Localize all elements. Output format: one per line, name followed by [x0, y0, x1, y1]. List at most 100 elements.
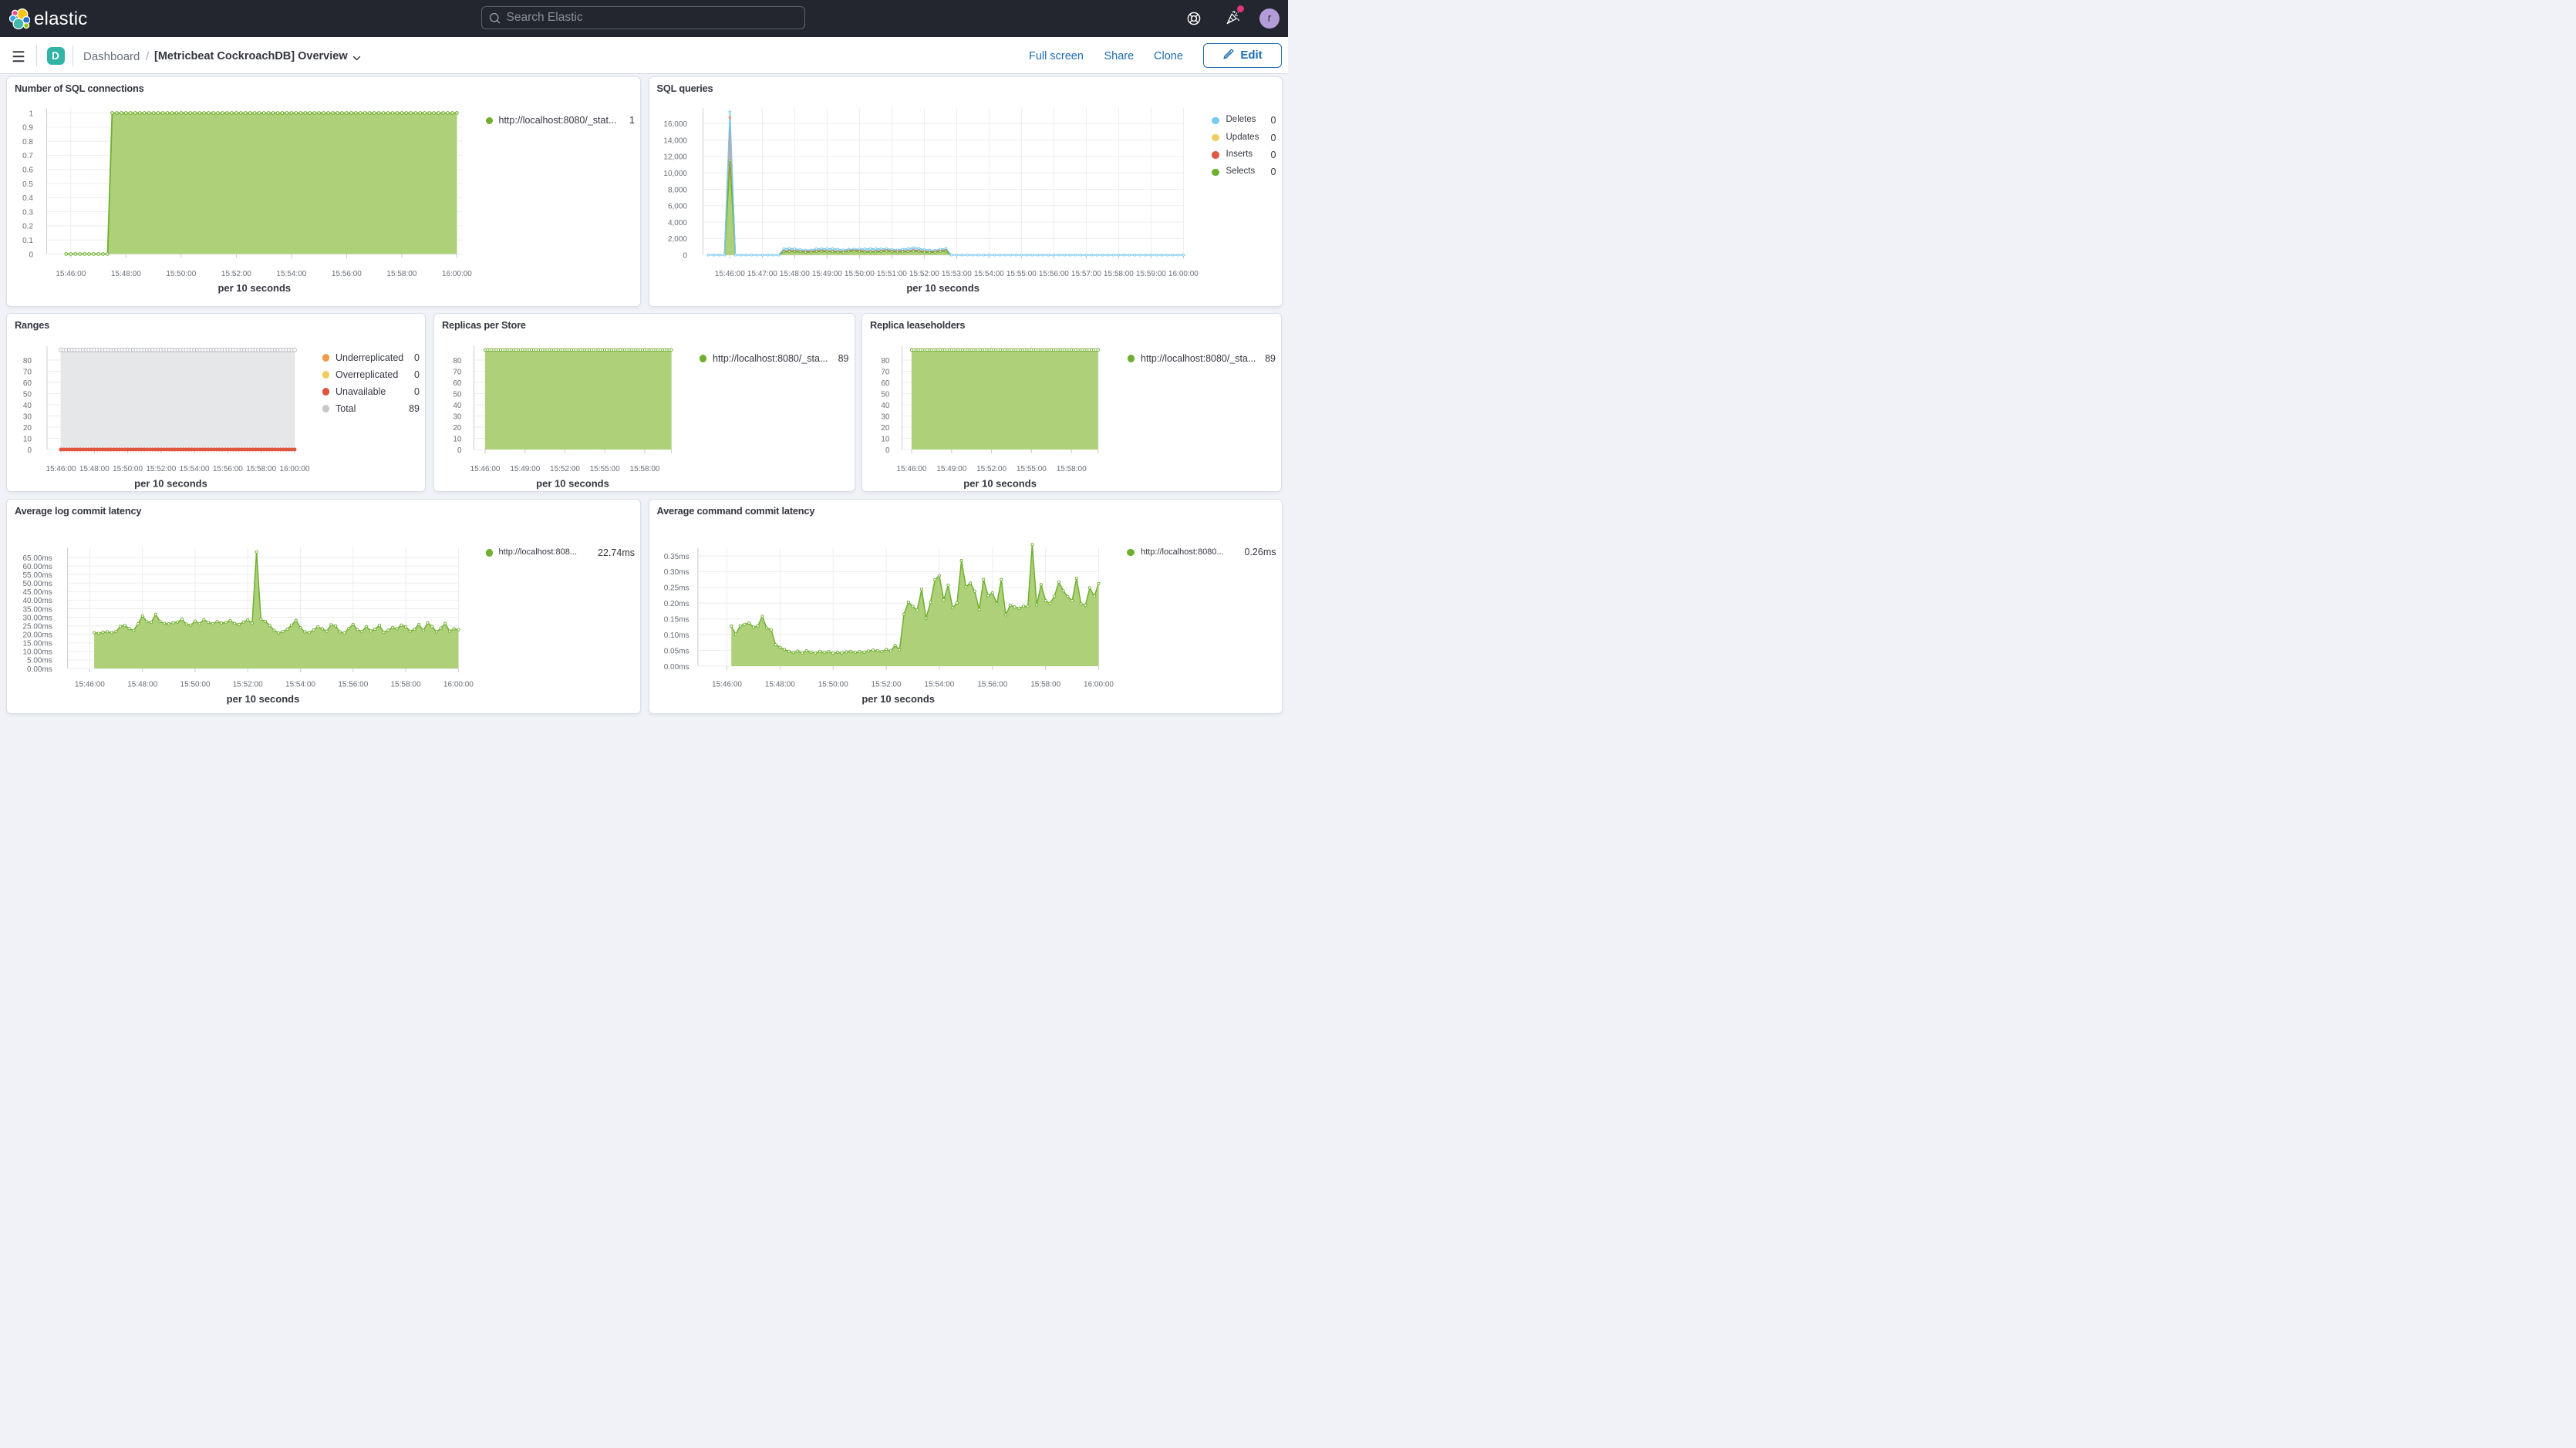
svg-text:50: 50 [23, 390, 32, 399]
svg-text:15:49:00: 15:49:00 [811, 270, 841, 278]
svg-text:0.10ms: 0.10ms [663, 631, 689, 640]
svg-text:15:52:00: 15:52:00 [221, 270, 251, 278]
svg-text:2,000: 2,000 [667, 235, 686, 244]
svg-text:per 10 seconds: per 10 seconds [227, 693, 300, 705]
svg-text:30: 30 [881, 413, 890, 421]
svg-text:15:56:00: 15:56:00 [977, 680, 1007, 689]
svg-text:16:00:00: 16:00:00 [443, 680, 474, 689]
svg-text:15:52:00: 15:52:00 [146, 465, 176, 473]
svg-text:per 10 seconds: per 10 seconds [861, 693, 935, 705]
svg-text:0.05ms: 0.05ms [663, 647, 689, 655]
svg-text:per 10 seconds: per 10 seconds [906, 282, 979, 294]
svg-text:40.00ms: 40.00ms [22, 597, 52, 605]
svg-text:15:50:00: 15:50:00 [818, 680, 848, 689]
svg-text:0.7: 0.7 [22, 152, 33, 160]
svg-text:15:46:00: 15:46:00 [75, 680, 105, 689]
svg-text:15:56:00: 15:56:00 [213, 465, 243, 473]
svg-text:0.15ms: 0.15ms [663, 616, 689, 625]
svg-text:15:58:00: 15:58:00 [1030, 680, 1060, 689]
svg-text:80: 80 [23, 357, 32, 365]
svg-text:15:56:00: 15:56:00 [1038, 270, 1068, 278]
svg-text:16:00:00: 16:00:00 [280, 465, 310, 473]
svg-text:15:53:00: 15:53:00 [941, 270, 971, 278]
svg-text:40: 40 [453, 402, 462, 410]
svg-text:15:55:00: 15:55:00 [1017, 465, 1047, 473]
svg-text:0.1: 0.1 [22, 237, 33, 245]
svg-text:50: 50 [881, 390, 890, 399]
svg-text:30: 30 [453, 413, 462, 421]
svg-text:1: 1 [29, 109, 33, 118]
svg-text:40: 40 [881, 402, 890, 410]
svg-text:60.00ms: 60.00ms [22, 563, 52, 571]
svg-text:0.30ms: 0.30ms [663, 568, 689, 577]
svg-text:0.9: 0.9 [22, 124, 33, 133]
svg-text:6,000: 6,000 [667, 203, 686, 211]
svg-text:15:46:00: 15:46:00 [46, 465, 76, 473]
svg-text:16:00:00: 16:00:00 [1084, 680, 1114, 689]
svg-text:0: 0 [27, 446, 32, 455]
svg-text:15:58:00: 15:58:00 [386, 270, 416, 278]
svg-text:15:50:00: 15:50:00 [166, 270, 196, 278]
svg-text:60: 60 [881, 379, 890, 388]
svg-text:60: 60 [23, 379, 32, 388]
svg-text:50: 50 [453, 390, 462, 399]
svg-text:15:49:00: 15:49:00 [936, 465, 966, 473]
svg-text:15:54:00: 15:54:00 [180, 465, 210, 473]
svg-text:40: 40 [23, 402, 32, 410]
svg-text:15:46:00: 15:46:00 [56, 270, 86, 278]
svg-text:15:46:00: 15:46:00 [897, 465, 927, 473]
svg-text:15:52:00: 15:52:00 [233, 680, 263, 689]
svg-text:15:48:00: 15:48:00 [127, 680, 157, 689]
svg-text:15:58:00: 15:58:00 [1103, 270, 1133, 278]
svg-text:20.00ms: 20.00ms [22, 631, 52, 640]
svg-text:30.00ms: 30.00ms [22, 614, 52, 622]
svg-text:0.4: 0.4 [22, 194, 33, 203]
svg-text:15:58:00: 15:58:00 [630, 465, 660, 473]
svg-text:25.00ms: 25.00ms [22, 623, 52, 631]
svg-text:0: 0 [457, 446, 462, 455]
svg-text:0: 0 [683, 252, 687, 261]
svg-text:0.20ms: 0.20ms [663, 600, 689, 608]
svg-text:15:56:00: 15:56:00 [332, 270, 362, 278]
svg-text:10.00ms: 10.00ms [22, 648, 52, 657]
svg-text:0: 0 [29, 251, 33, 259]
svg-text:30: 30 [23, 413, 32, 421]
svg-text:15:58:00: 15:58:00 [1057, 465, 1087, 473]
svg-text:15:51:00: 15:51:00 [876, 270, 906, 278]
svg-text:16,000: 16,000 [663, 120, 687, 129]
svg-text:15:52:00: 15:52:00 [976, 465, 1006, 473]
svg-text:60: 60 [453, 379, 462, 388]
svg-text:15:58:00: 15:58:00 [246, 465, 276, 473]
svg-text:15:50:00: 15:50:00 [844, 270, 874, 278]
svg-text:0.6: 0.6 [22, 167, 33, 175]
svg-text:15:48:00: 15:48:00 [79, 465, 110, 473]
svg-text:0.5: 0.5 [22, 180, 33, 189]
svg-text:20: 20 [453, 424, 462, 433]
svg-text:14,000: 14,000 [663, 136, 687, 145]
svg-text:15:55:00: 15:55:00 [1006, 270, 1036, 278]
svg-text:12,000: 12,000 [663, 153, 687, 162]
svg-text:15:57:00: 15:57:00 [1071, 270, 1101, 278]
svg-text:15:46:00: 15:46:00 [470, 465, 501, 473]
svg-text:4,000: 4,000 [667, 219, 686, 227]
svg-text:70: 70 [23, 368, 32, 376]
svg-text:15:52:00: 15:52:00 [909, 270, 939, 278]
svg-text:0.3: 0.3 [22, 208, 33, 217]
svg-text:15:47:00: 15:47:00 [747, 270, 777, 278]
svg-text:70: 70 [881, 368, 890, 376]
svg-text:10,000: 10,000 [663, 170, 687, 178]
svg-text:15:58:00: 15:58:00 [391, 680, 421, 689]
svg-text:50.00ms: 50.00ms [22, 580, 52, 588]
svg-text:15:50:00: 15:50:00 [180, 680, 211, 689]
svg-text:15:52:00: 15:52:00 [871, 680, 901, 689]
svg-text:per 10 seconds: per 10 seconds [536, 478, 609, 490]
svg-text:15:46:00: 15:46:00 [714, 270, 744, 278]
svg-text:10: 10 [453, 435, 462, 443]
svg-text:16:00:00: 16:00:00 [442, 270, 472, 278]
svg-text:20: 20 [23, 424, 32, 433]
svg-text:35.00ms: 35.00ms [22, 605, 52, 614]
svg-text:0.35ms: 0.35ms [663, 553, 689, 561]
svg-text:15:49:00: 15:49:00 [510, 465, 540, 473]
svg-text:15:56:00: 15:56:00 [338, 680, 368, 689]
svg-text:15:50:00: 15:50:00 [113, 465, 143, 473]
